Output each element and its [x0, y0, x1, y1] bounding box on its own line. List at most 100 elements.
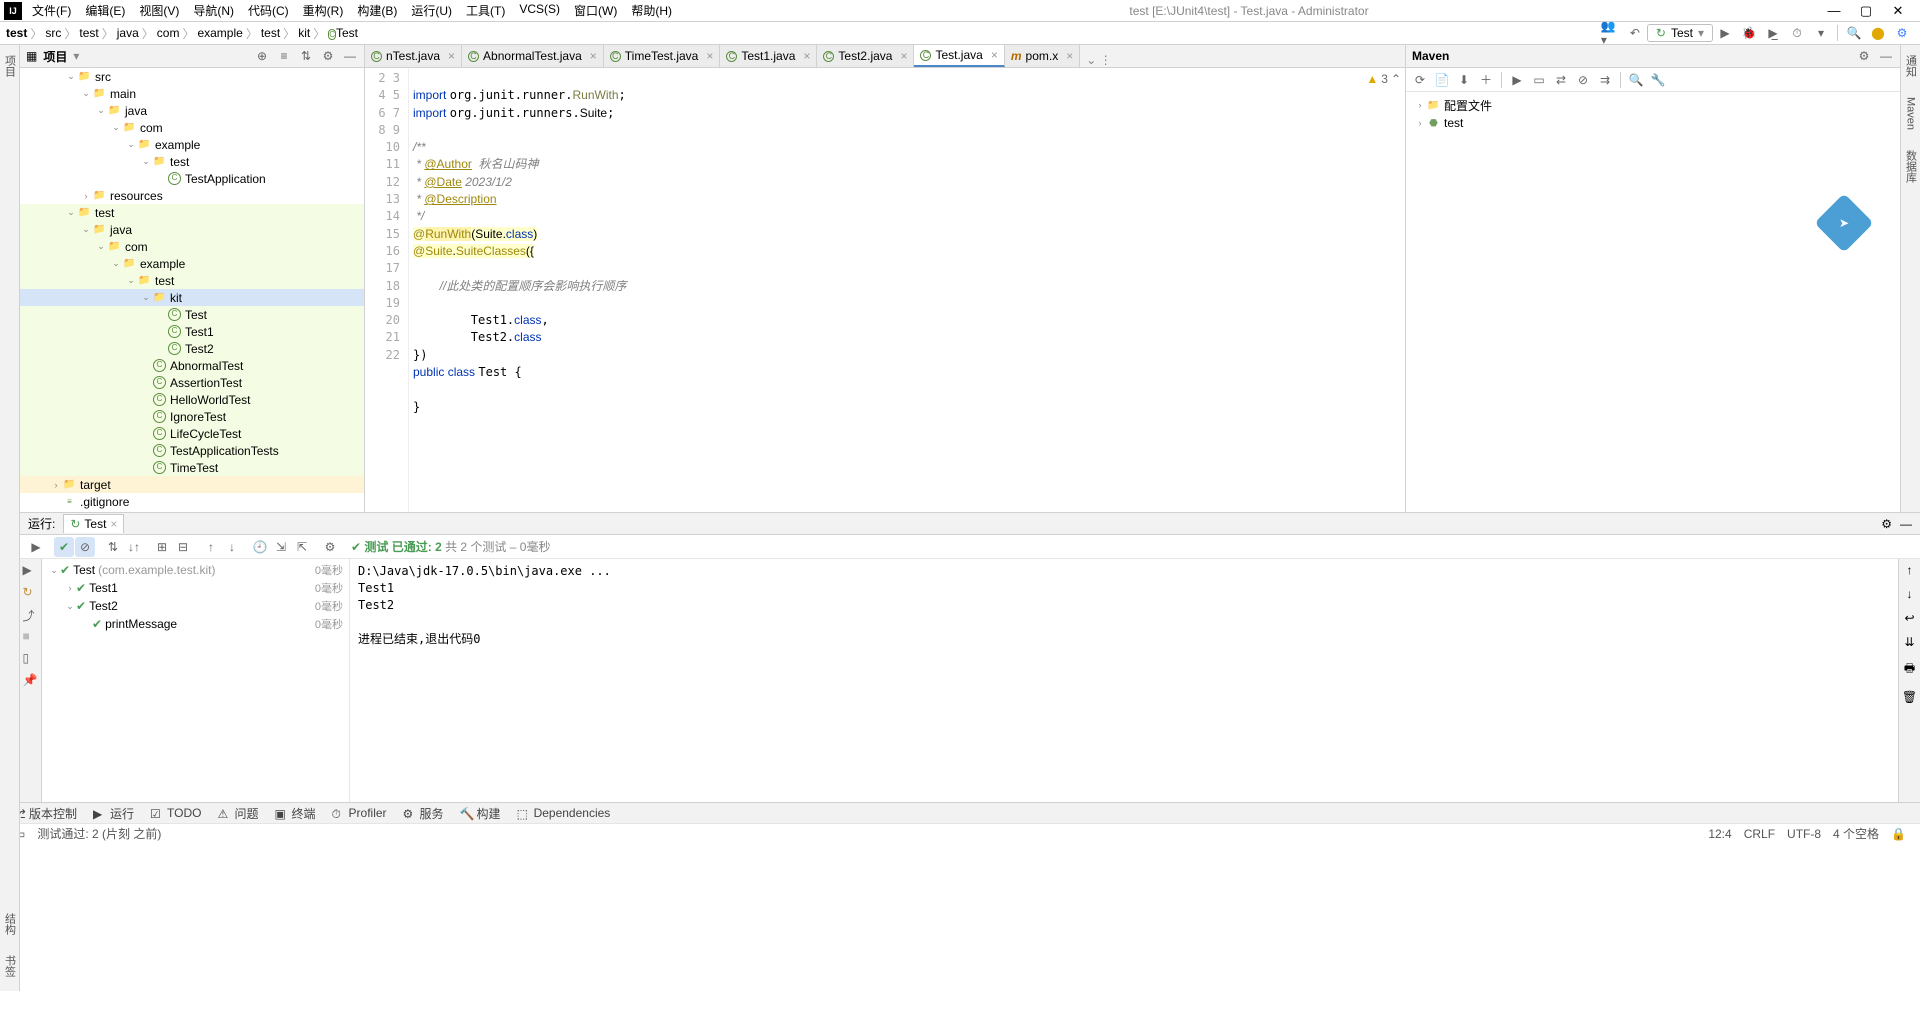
tree-node[interactable]: AssertionTest: [20, 374, 364, 391]
next-icon[interactable]: ↓: [222, 537, 242, 557]
notifications-tab[interactable]: 通知: [1903, 49, 1919, 83]
tree-node[interactable]: ⌄📁kit: [20, 289, 364, 306]
maven-node[interactable]: ›⬣test: [1410, 114, 1896, 132]
show-ignored-icon[interactable]: ⊘: [75, 537, 95, 557]
menu-item[interactable]: 文件(F): [26, 0, 77, 21]
bottom-tab[interactable]: ⏱Profiler: [326, 804, 393, 822]
database-tab[interactable]: 数据库: [1903, 144, 1919, 189]
print-icon[interactable]: 🖶: [1904, 659, 1915, 680]
editor-tab[interactable]: mpom.x×: [1005, 45, 1080, 67]
back-icon[interactable]: ↶: [1625, 23, 1645, 43]
inspection-badge[interactable]: ▲3⌃: [1366, 72, 1401, 86]
tree-node[interactable]: ⌄📁test: [20, 153, 364, 170]
search-icon[interactable]: 🔍: [1844, 23, 1864, 43]
editor-tab[interactable]: CTest2.java×: [817, 45, 914, 67]
tree-node[interactable]: IgnoreTest: [20, 408, 364, 425]
indent[interactable]: 4 个空格: [1833, 825, 1879, 842]
tree-node[interactable]: HelloWorldTest: [20, 391, 364, 408]
gear-icon[interactable]: ⚙: [1881, 517, 1892, 531]
editor-tab[interactable]: CTimeTest.java×: [604, 45, 721, 67]
tree-node[interactable]: TestApplicationTests: [20, 442, 364, 459]
more-run-icon[interactable]: ▾: [1811, 23, 1831, 43]
breadcrumb-item[interactable]: test: [79, 26, 98, 40]
rerun2-icon[interactable]: ▶: [23, 563, 39, 579]
scroll-icon[interactable]: ⇊: [1904, 635, 1914, 649]
clear-icon[interactable]: 🗑: [1902, 690, 1917, 704]
tree-node[interactable]: ⌄📁java: [20, 102, 364, 119]
sort-icon[interactable]: ⇅: [103, 537, 123, 557]
prev-icon[interactable]: ↑: [201, 537, 221, 557]
down-icon[interactable]: ↓: [1907, 587, 1913, 601]
tree-node[interactable]: ›📁resources: [20, 187, 364, 204]
show-passed-icon[interactable]: ✔: [54, 537, 74, 557]
tree-node[interactable]: TestApplication: [20, 170, 364, 187]
maximize-button[interactable]: ▢: [1852, 3, 1880, 19]
menu-item[interactable]: 窗口(W): [568, 0, 623, 21]
expand-icon[interactable]: ≡: [276, 48, 292, 64]
collapse-all-icon[interactable]: ⊟: [173, 537, 193, 557]
rerun-icon[interactable]: ▶: [26, 537, 46, 557]
test-node[interactable]: ›✔Test10毫秒: [42, 579, 349, 597]
export-icon[interactable]: ⇱: [292, 537, 312, 557]
bottom-tab[interactable]: ▣终端: [269, 803, 322, 824]
breadcrumb-item[interactable]: Test: [328, 26, 358, 40]
hide-icon[interactable]: —: [342, 48, 358, 64]
history-icon[interactable]: 🕘: [250, 537, 270, 557]
show-deps-icon[interactable]: 🔍: [1626, 70, 1646, 90]
skip-tests-icon[interactable]: ⊘: [1573, 70, 1593, 90]
sync-icon[interactable]: ⬤: [1868, 23, 1888, 43]
tree-node[interactable]: ≡.gitignore: [20, 493, 364, 510]
run-button[interactable]: ▶: [1715, 23, 1735, 43]
project-tree[interactable]: ⌄📁src⌄📁main⌄📁java⌄📁com⌄📁example⌄📁testTes…: [20, 68, 364, 512]
editor-tab[interactable]: CnTest.java×: [365, 45, 462, 67]
bookmarks-tab[interactable]: 书签: [2, 949, 18, 983]
bottom-tab[interactable]: ▶运行: [87, 803, 140, 824]
sort2-icon[interactable]: ↓↑: [124, 537, 144, 557]
minimize-button[interactable]: —: [1820, 3, 1848, 19]
breadcrumb-item[interactable]: example: [197, 26, 242, 40]
menu-item[interactable]: 代码(C): [242, 0, 295, 21]
test-node[interactable]: ⌄✔Test(com.example.test.kit)0毫秒: [42, 561, 349, 579]
editor-tab[interactable]: CTest1.java×: [720, 45, 817, 67]
tree-node[interactable]: Test1: [20, 323, 364, 340]
tree-node[interactable]: ›📁target: [20, 476, 364, 493]
tree-node[interactable]: Test2: [20, 340, 364, 357]
breadcrumb-item[interactable]: test: [6, 26, 27, 40]
layout-icon[interactable]: ▯: [23, 651, 39, 667]
breadcrumb-item[interactable]: com: [157, 26, 180, 40]
settings-icon[interactable]: ⚙: [1892, 23, 1912, 43]
expand-all-icon[interactable]: ⊞: [152, 537, 172, 557]
encoding[interactable]: UTF-8: [1787, 827, 1821, 841]
tree-node[interactable]: ⌄📁com: [20, 238, 364, 255]
menu-item[interactable]: 帮助(H): [625, 0, 678, 21]
up-icon[interactable]: ↑: [1907, 563, 1913, 577]
tree-node[interactable]: ≡HELP.md: [20, 510, 364, 512]
close-button[interactable]: ✕: [1884, 3, 1912, 19]
menu-item[interactable]: 工具(T): [460, 0, 511, 21]
breadcrumb[interactable]: test〉src〉test〉java〉com〉example〉test〉kit〉…: [6, 25, 358, 42]
tree-node[interactable]: ⌄📁java: [20, 221, 364, 238]
menu-item[interactable]: 运行(U): [405, 0, 458, 21]
menu-item[interactable]: VCS(S): [513, 0, 566, 21]
cog-icon[interactable]: ⚙: [320, 537, 340, 557]
reload-icon[interactable]: ⟳: [1410, 70, 1430, 90]
editor-tab[interactable]: CAbnormalTest.java×: [462, 45, 604, 67]
options-icon[interactable]: ⚙: [320, 48, 336, 64]
debug-button[interactable]: 🐞: [1739, 23, 1759, 43]
tree-node[interactable]: ⌄📁example: [20, 255, 364, 272]
bottom-tab[interactable]: ☑TODO: [144, 804, 207, 822]
editor-tab[interactable]: CTest.java×: [914, 45, 1004, 67]
breadcrumb-item[interactable]: kit: [298, 26, 310, 40]
tree-node[interactable]: ⌄📁main: [20, 85, 364, 102]
line-sep[interactable]: CRLF: [1744, 827, 1775, 841]
wrench-icon[interactable]: 🔧: [1648, 70, 1668, 90]
run-config-selector[interactable]: ↻Test▾: [1647, 24, 1713, 42]
maven-node[interactable]: ›📁配置文件: [1410, 96, 1896, 114]
test-node[interactable]: ⌄✔Test20毫秒: [42, 597, 349, 615]
caret-position[interactable]: 12:4: [1708, 827, 1731, 841]
bottom-tab[interactable]: ⚠问题: [211, 803, 264, 824]
tabs-more-icon[interactable]: ⌄ ⋮: [1080, 53, 1117, 67]
project-tool-tab[interactable]: 项目: [2, 49, 18, 83]
offline-icon[interactable]: ⇉: [1595, 70, 1615, 90]
structure-tab[interactable]: 结构: [2, 907, 18, 941]
